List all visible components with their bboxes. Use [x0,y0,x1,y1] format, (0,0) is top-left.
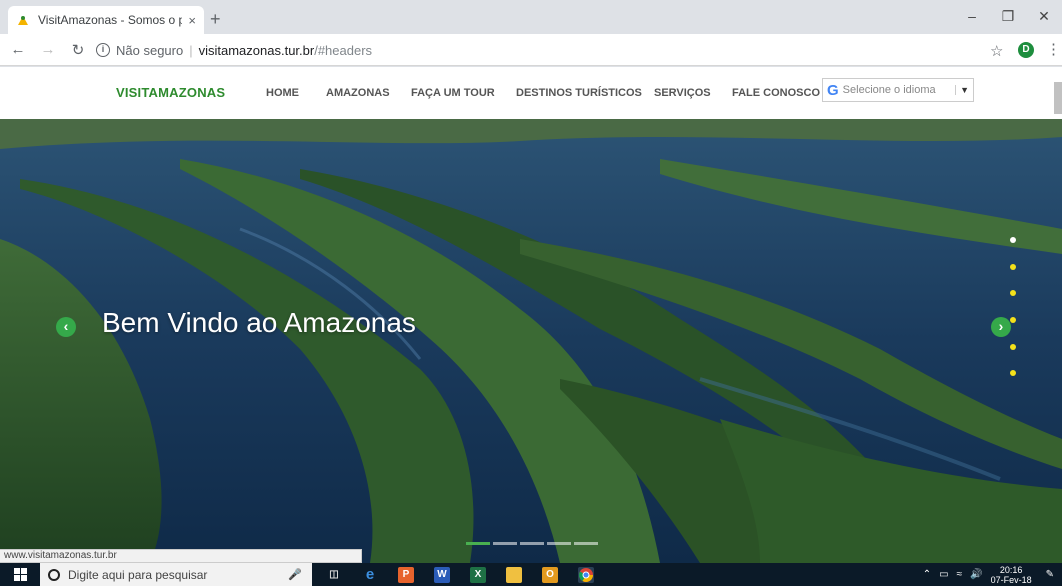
address-bar[interactable]: i Não seguro | visitamazonas.tur.br /#he… [96,38,976,62]
browser-tab-strip: VisitAmazonas - Somos o portal × + – ❐ ✕ [0,0,1062,34]
hero-title: Bem Vindo ao Amazonas [102,307,416,338]
volume-icon[interactable]: 🔊 [970,569,982,580]
url-path: /#headers [314,42,373,58]
windows-taskbar: Digite aqui para pesquisar 🎤 ◫ e P W X O… [0,563,1062,586]
taskbar-search[interactable]: Digite aqui para pesquisar 🎤 [40,563,312,586]
nav-amazonas[interactable]: AMAZONAS [326,87,390,99]
forward-icon[interactable]: → [36,41,60,58]
slider-next-button[interactable]: › [991,317,1011,337]
info-icon[interactable]: i [96,43,110,57]
bookmark-star-icon[interactable]: ☆ [990,42,1003,60]
google-translate-icon: G [827,81,839,99]
tab-title: VisitAmazonas - Somos o portal [38,13,183,27]
nav-servicos[interactable]: SERVIÇOS [654,87,711,99]
windows-logo-icon [13,568,27,581]
window-controls: – ❐ ✕ [954,0,1062,34]
outlook-icon[interactable]: O [542,567,558,583]
nav-home[interactable]: HOME [266,87,299,99]
system-tray: ⌃ ▭ ≈ 🔊 20:16 07-Fev-18 ✎ [923,563,1062,586]
security-label: Não seguro [116,42,184,58]
hero-background-image [0,119,1062,563]
nav-faca-um-tour[interactable]: FAÇA UM TOUR [411,87,495,99]
dropdown-arrow-icon: ▼ [955,85,969,95]
restore-icon[interactable]: ❐ [990,0,1026,34]
new-tab-button[interactable]: + [210,9,221,30]
slider-dot[interactable] [1010,263,1016,270]
minimize-icon[interactable]: – [954,0,990,34]
profile-avatar[interactable]: D [1018,42,1034,58]
slider-prev-button[interactable]: ‹ [56,317,76,337]
tray-expand-icon[interactable]: ⌃ [923,569,931,580]
site-brand[interactable]: VISITAMAZONAS [116,85,225,100]
search-placeholder: Digite aqui para pesquisar [68,567,208,582]
chrome-icon[interactable] [578,567,594,583]
hero-slider: ‹ Bem Vindo ao Amazonas › [0,119,1062,563]
slider-dots [1010,237,1016,397]
url-separator: | [189,42,193,58]
slider-dot[interactable] [1010,317,1016,324]
reload-icon[interactable]: ↻ [66,41,90,59]
excel-icon[interactable]: X [470,567,486,583]
slider-indicator[interactable] [520,542,544,545]
nav-fale-conosco[interactable]: FALE CONOSCO [732,87,820,99]
close-window-icon[interactable]: ✕ [1026,0,1062,34]
slider-indicator[interactable] [493,542,517,545]
page-scrollbar[interactable] [1054,82,1062,114]
nav-destinos-turisticos[interactable]: DESTINOS TURÍSTICOS [516,87,642,99]
browser-toolbar: ← → ↻ i Não seguro | visitamazonas.tur.b… [0,34,1062,66]
microphone-icon[interactable]: 🎤 [288,568,302,581]
battery-icon[interactable]: ▭ [939,569,948,580]
chevron-left-icon: ‹ [63,318,69,334]
slider-indicator[interactable] [574,542,598,545]
browser-status-url: www.visitamazonas.tur.br [0,549,362,563]
powerpoint-icon[interactable]: P [398,567,414,583]
chevron-right-icon: › [998,318,1004,334]
slider-dot[interactable] [1010,370,1016,377]
taskbar-clock[interactable]: 20:16 07-Fev-18 [991,565,1032,585]
cortana-icon [48,568,60,581]
slider-indicator[interactable] [466,542,490,545]
slider-dot[interactable] [1010,290,1016,297]
clock-time: 20:16 [999,564,1023,575]
site-favicon-icon [18,16,28,25]
edge-icon[interactable]: e [362,567,378,583]
site-navbar: VISITAMAZONAS HOME AMAZONAS FAÇA UM TOUR… [0,67,1062,119]
file-explorer-icon[interactable] [506,567,522,583]
slider-dot[interactable] [1010,343,1016,350]
browser-menu-icon[interactable]: ⋮ [1046,40,1061,58]
slider-dot[interactable] [1010,237,1016,243]
slider-indicators [466,542,601,545]
language-placeholder: Selecione o idioma [842,84,936,96]
language-select[interactable]: G Selecione o idioma ▼ [822,78,974,102]
task-view-icon[interactable]: ◫ [326,567,342,583]
network-icon[interactable]: ≈ [957,569,963,580]
clock-date: 07-Fev-18 [990,574,1032,585]
notifications-icon[interactable]: ✎ [1046,569,1054,580]
word-icon[interactable]: W [434,567,450,583]
url-host: visitamazonas.tur.br [198,42,315,58]
slider-indicator[interactable] [547,542,571,545]
back-icon[interactable]: ← [6,41,30,58]
browser-tab[interactable]: VisitAmazonas - Somos o portal × [8,6,204,34]
tab-close-icon[interactable]: × [188,13,196,28]
start-button[interactable] [8,563,32,586]
